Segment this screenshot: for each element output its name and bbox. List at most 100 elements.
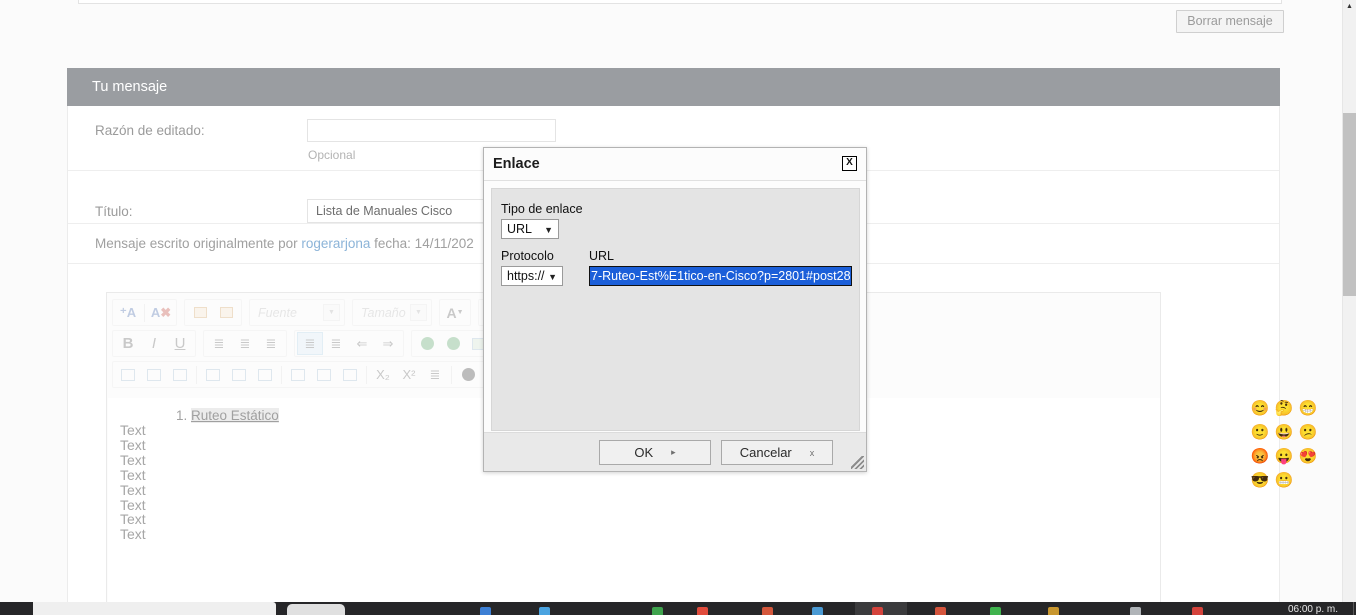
emoji-button[interactable]: 😁 <box>1296 397 1320 421</box>
align-right-icon[interactable]: ≣ <box>258 332 284 355</box>
indent-icon[interactable]: ⇒ <box>375 332 401 355</box>
font-size-select[interactable]: Tamaño ▼ <box>352 299 432 326</box>
emoji-button[interactable]: 😬 <box>1272 469 1296 493</box>
emoji-button[interactable]: 😕 <box>1296 421 1320 445</box>
chevron-down-icon: ▼ <box>548 267 557 287</box>
emoji-row: 🙂 😃 😕 <box>1248 421 1320 445</box>
author-link[interactable]: rogerarjona <box>301 236 370 251</box>
emoji-button[interactable]: 🤔 <box>1272 397 1296 421</box>
cancel-button-label: Cancelar <box>740 445 792 460</box>
insert-row-above-icon[interactable] <box>285 363 311 386</box>
editor-line: Text <box>108 483 1160 498</box>
taskbar-icon[interactable] <box>480 607 491 615</box>
ordered-list-icon[interactable]: ≣ <box>297 332 323 355</box>
toolbar-divider <box>366 366 367 384</box>
taskbar-icon[interactable] <box>539 607 550 615</box>
emoji-row: 😡 😛 😍 <box>1248 445 1320 469</box>
clear-styles-icon[interactable]: A✖ <box>148 301 174 324</box>
emoji-button[interactable]: 😍 <box>1296 445 1320 469</box>
dialog-titlebar[interactable]: Enlace X <box>484 148 866 181</box>
emoji-picker[interactable]: 😊 🤔 😁 🙂 😃 😕 😡 😛 😍 😎 😬 <box>1248 397 1320 493</box>
taskbar-icon[interactable] <box>697 607 708 615</box>
spoiler-icon[interactable] <box>455 363 481 386</box>
align-left-icon[interactable]: ≣ <box>206 332 232 355</box>
taskbar-clock[interactable]: 06:00 p. m. <box>1288 602 1338 615</box>
remove-format-icon[interactable]: ⁺A <box>115 301 141 324</box>
chevron-down-icon: ▼ <box>544 220 553 240</box>
delete-column-icon[interactable] <box>252 363 278 386</box>
emoji-button[interactable]: 😎 <box>1248 469 1272 493</box>
editor-line: Text <box>108 527 1160 542</box>
horizontal-rule-icon[interactable]: ≣ <box>422 363 448 386</box>
show-desktop-button[interactable] <box>1353 602 1354 615</box>
link-dialog[interactable]: Enlace X Tipo de enlace URL ▼ Protocolo … <box>483 147 867 472</box>
list-item-link[interactable]: Ruteo Estático <box>191 408 279 423</box>
url-input[interactable]: 7-Ruteo-Est%E1tico-en-Cisco?p=2801#post2… <box>589 266 852 286</box>
taskbar-icon[interactable] <box>872 607 883 615</box>
align-center-icon[interactable]: ≣ <box>232 332 258 355</box>
cancel-button[interactable]: Cancelar x <box>721 440 833 465</box>
toolbar-group-align: ≣ ≣ ≣ <box>203 330 287 357</box>
text-color-icon[interactable]: A▼ <box>442 301 468 324</box>
toolbar-divider <box>451 366 452 384</box>
taskbar-icon[interactable] <box>1192 607 1203 615</box>
delete-table-icon[interactable] <box>167 363 193 386</box>
emoji-button[interactable]: 😛 <box>1272 445 1296 469</box>
taskbar-icon[interactable] <box>812 607 823 615</box>
reason-input[interactable] <box>307 119 556 142</box>
chevron-down-icon[interactable]: ▼ <box>323 304 340 321</box>
insert-table-icon[interactable] <box>115 363 141 386</box>
authorship-suffix: fecha: 14/11/202 <box>370 236 473 251</box>
top-partial-textarea <box>78 0 1282 4</box>
emoji-row: 😊 🤔 😁 <box>1248 397 1320 421</box>
table-properties-icon[interactable] <box>141 363 167 386</box>
link-type-value: URL <box>507 222 532 236</box>
taskbar-active-window[interactable] <box>33 602 276 615</box>
scroll-up-arrow-icon[interactable]: ▲ <box>1346 3 1353 10</box>
italic-icon[interactable]: I <box>141 332 167 355</box>
taskbar-icon[interactable] <box>762 607 773 615</box>
title-label: Título: <box>95 204 133 219</box>
underline-icon[interactable]: U <box>167 332 193 355</box>
superscript-icon[interactable]: X² <box>396 363 422 386</box>
emoji-button[interactable]: 😡 <box>1248 445 1272 469</box>
emoji-button[interactable]: 😃 <box>1272 421 1296 445</box>
insert-column-right-icon[interactable] <box>226 363 252 386</box>
os-taskbar[interactable]: 06:00 p. m. <box>0 602 1356 615</box>
vertical-scrollbar[interactable]: ▲ <box>1342 0 1356 604</box>
paste-icon[interactable] <box>187 301 213 324</box>
emoji-button[interactable]: 🙂 <box>1248 421 1272 445</box>
subscript-icon[interactable]: X₂ <box>370 363 396 386</box>
dialog-content: Tipo de enlace URL ▼ Protocolo https:// … <box>491 188 860 431</box>
insert-link-icon[interactable] <box>414 332 440 355</box>
taskbar-icon[interactable] <box>1130 607 1141 615</box>
resize-handle[interactable] <box>851 456 864 469</box>
protocol-select[interactable]: https:// ▼ <box>501 266 563 286</box>
unlink-icon[interactable] <box>440 332 466 355</box>
scrollbar-thumb[interactable] <box>1343 113 1356 296</box>
taskbar-icon[interactable] <box>1048 607 1059 615</box>
delete-row-icon[interactable] <box>337 363 363 386</box>
link-type-select[interactable]: URL ▼ <box>501 219 559 239</box>
ok-button[interactable]: OK ▸ <box>599 440 711 465</box>
insert-column-left-icon[interactable] <box>200 363 226 386</box>
taskbar-icon[interactable] <box>990 607 1001 615</box>
insert-row-below-icon[interactable] <box>311 363 337 386</box>
paste-word-icon[interactable] <box>213 301 239 324</box>
unordered-list-icon[interactable]: ≣ <box>323 332 349 355</box>
outdent-icon[interactable]: ⇐ <box>349 332 375 355</box>
taskbar-icon[interactable] <box>935 607 946 615</box>
delete-message-button[interactable]: Borrar mensaje <box>1176 10 1284 33</box>
browser-page: Borrar mensaje Tu mensaje Razón de edita… <box>0 0 1356 615</box>
emoji-button[interactable]: 😊 <box>1248 397 1272 421</box>
close-icon[interactable]: X <box>842 156 857 171</box>
chevron-down-icon[interactable]: ▼ <box>410 304 427 321</box>
taskbar-icon[interactable] <box>652 607 663 615</box>
font-family-select[interactable]: Fuente ▼ <box>249 299 345 326</box>
bold-icon[interactable]: B <box>115 332 141 355</box>
window-thumbnail[interactable] <box>287 604 345 615</box>
toolbar-group-color: A▼ <box>439 299 471 326</box>
reason-label: Razón de editado: <box>95 123 205 138</box>
protocol-label: Protocolo <box>501 249 554 263</box>
protocol-value: https:// <box>507 269 545 283</box>
